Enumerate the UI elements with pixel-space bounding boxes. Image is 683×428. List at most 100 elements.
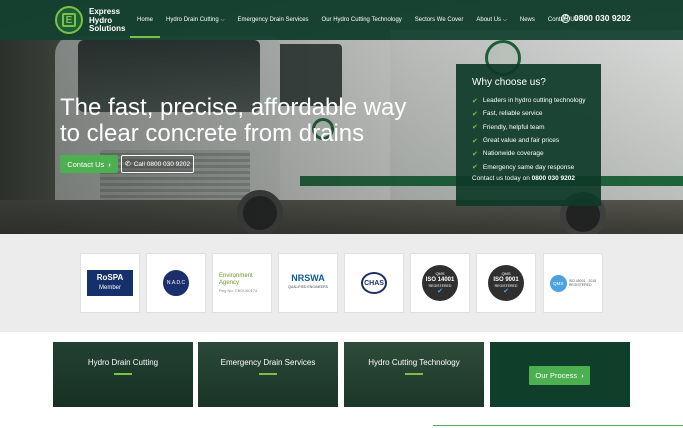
iso-45001-line-2: REGISTERED [568,283,592,287]
nav-item-news[interactable]: News [520,17,535,23]
why-title: Why choose us? [472,77,546,88]
contact-us-button[interactable]: Contact Us › [60,155,118,173]
nav-item-hydro-cutting-technology[interactable]: Our Hydro Cutting Technology [322,17,402,23]
top-navigation: E Express Hydro Solutions Home Hydro Dra… [0,0,683,40]
tile-underline [259,373,277,375]
nav-menu: Home Hydro Drain Cutting ⌵ Emergency Drai… [129,0,591,40]
hero-headline-line-1: The fast, precise, affordable way [60,94,407,121]
environment-agency-logo: Environment Agency Reg No: CBDU60174 [219,273,265,294]
rospa-logo: RoSPA Member [87,270,133,296]
rospa-name: RoSPA [96,273,124,282]
nav-item-label: News [519,17,535,23]
rospa-sub: Member [98,285,121,291]
why-contact-prefix: Contact us today on [472,174,530,182]
check-icon: ✔ [437,288,443,295]
phone-icon: ✆ [124,161,131,168]
chas-logo: CHAS [361,272,387,294]
accreditation-nrswa: NRSWA QUALIFIED ENGINEERS [278,253,338,313]
nrswa-logo: NRSWA QUALIFIED ENGINEERS [288,274,328,292]
hero-headline: The fast, precise, affordable way to cle… [60,95,420,147]
nav-item-label: About Us [476,17,502,23]
chevron-down-icon: ⌵ [220,17,225,23]
iso-9001-badge: QMS ISO 9001 REGISTERED ✔ [488,265,524,301]
tile-underline [114,373,132,375]
why-item: ✔ Emergency same day response [472,160,601,173]
why-item: ✔ Nationwide coverage [472,147,601,160]
header-phone-number: 0800 030 9202 [574,13,631,23]
iso-14001-badge: QMS ISO 14001 REGISTERED ✔ [422,265,458,301]
check-icon: ✔ [472,150,478,158]
ea-line-2: Agency [219,279,240,286]
why-item-label: Emergency same day response [482,163,575,171]
tile-emergency-drain-services[interactable]: Emergency Drain Services [198,342,338,407]
tile-label: Hydro Drain Cutting [87,358,159,367]
check-icon: ✔ [472,97,478,105]
check-icon: ✔ [472,110,478,118]
nav-item-sectors[interactable]: Sectors We Cover [415,17,464,23]
tile-label: Emergency Drain Services [220,358,316,367]
iso-45001-text: ISO 45001 : 2018 REGISTERED [569,279,596,288]
why-item-label: Great value and fair prices [482,137,560,145]
phone-icon: ✆ [561,13,570,23]
chevron-down-icon: ⌵ [503,17,507,23]
contact-us-label: Contact Us [67,159,105,169]
nav-item-home[interactable]: Home [129,17,161,38]
our-process-label: Our Process [535,371,578,380]
brand-name[interactable]: Express Hydro Solutions [89,7,126,34]
why-contact-phone[interactable]: 0800 030 9202 [532,175,575,182]
tile-overlay [198,342,338,407]
iso-45001-qms: QMS [549,274,567,292]
hero-headline-line-2: to clear concrete from drains [60,120,365,147]
tile-underline [405,373,423,375]
accreditation-iso-45001: QMS ISO 45001 : 2018 REGISTERED [543,253,603,313]
tile-hydro-drain-cutting[interactable]: Hydro Drain Cutting [53,342,193,407]
nav-item-label: Sectors We Cover [414,17,464,23]
check-icon: ✔ [472,124,478,132]
ea-line-1: Environment [219,272,253,279]
brand-line-3: Solutions [89,24,126,33]
why-choose-us-panel: Why choose us? ✔ Leaders in hydro cutting… [456,64,601,206]
nav-item-emergency-drain-services[interactable]: Emergency Drain Services [238,17,309,23]
why-item-label: Fast, reliable service [482,110,543,118]
nav-item-label: Our Hydro Cutting Technology [321,17,402,23]
our-process-button[interactable]: Our Process › [529,366,590,385]
chevron-right-icon: › [581,371,584,380]
nav-item-label: Emergency Drain Services [237,17,309,23]
header-phone[interactable]: ✆ 0800 030 9202 [561,13,631,23]
nav-item-hydro-drain-cutting[interactable]: Hydro Drain Cutting ⌵ [166,17,224,23]
why-item-label: Leaders in hydro cutting technology [482,97,586,105]
divider [433,425,683,426]
logo-letter: E [62,13,76,27]
tile-overlay [53,342,193,407]
check-icon: ✔ [472,137,478,145]
accreditation-nadc: N.A.D.C [146,253,206,313]
ea-reg: Reg No: CBDU60174 [219,287,258,293]
nav-item-about-us[interactable]: About Us ⌵ [476,17,506,23]
tile-hydro-cutting-technology[interactable]: Hydro Cutting Technology [344,342,484,407]
accreditation-iso-14001: QMS ISO 14001 REGISTERED ✔ [410,253,470,313]
tile-overlay [344,342,484,407]
nrswa-sub: QUALIFIED ENGINEERS [287,285,329,289]
why-item-label: Friendly, helpful team [482,123,545,131]
nadc-logo: N.A.D.C [163,270,189,296]
accreditation-environment-agency: Environment Agency Reg No: CBDU60174 [212,253,272,313]
why-item: ✔ Leaders in hydro cutting technology [472,94,601,107]
why-item: ✔ Fast, reliable service [472,107,601,120]
accreditation-chas: CHAS [344,253,404,313]
tile-label: Hydro Cutting Technology [368,358,460,367]
why-item: ✔ Great value and fair prices [472,134,601,147]
check-icon: ✔ [472,164,478,172]
nrswa-name: NRSWA [291,273,325,283]
why-item: ✔ Friendly, helpful team [472,121,601,134]
logo-icon[interactable]: E [55,6,83,34]
why-item-label: Nationwide coverage [482,150,544,158]
nav-item-label: Home [137,17,154,23]
call-button-label: Call 0800 030 9202 [133,160,191,168]
nav-item-label: Hydro Drain Cutting [166,17,219,23]
why-contact: Contact us today on 0800 030 9202 [472,175,601,182]
accreditation-rospa: RoSPA Member [80,253,140,313]
check-icon: ✔ [503,288,509,295]
chevron-right-icon: › [108,159,111,169]
call-button[interactable]: ✆ Call 0800 030 9202 [121,155,194,173]
iso-45001-badge: QMS ISO 45001 : 2018 REGISTERED [549,274,596,292]
